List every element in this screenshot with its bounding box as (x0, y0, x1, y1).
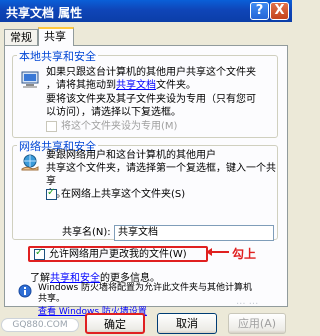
cancel-button[interactable]: 取消 (157, 313, 217, 334)
firewall-line2: 共享。 (38, 294, 66, 304)
local-para-2-line1: 要将该文件夹及其子文件夹设为专用（只有您可 (46, 94, 256, 105)
local-sharing-title: 本地共享和安全 (17, 48, 98, 64)
help-button[interactable]: ? (250, 2, 269, 20)
annotation-highlight-box (28, 246, 208, 262)
close-button[interactable]: X (270, 2, 289, 20)
watermark-left: GQ880.COM (1, 318, 79, 332)
annotation-arrow-icon (206, 248, 229, 256)
local-para-2: 要将该文件夹及其子文件夹设为专用（只有您可 以访问），请选择以下复选框。 (46, 93, 282, 119)
window-title: 共享文档 属性 (6, 6, 83, 20)
network-hand-icon (20, 153, 40, 173)
local-para-1: 如果只跟这台计算机的其他用户共享这个文件夹 ，请将其拖动到共享文档文件夹。 (46, 66, 282, 92)
tab-sharing[interactable]: 共享 (38, 27, 74, 46)
network-para-line2: 共享这个文件夹，请选择第一个复选框，键入一个共享 (46, 163, 276, 187)
share-name-input[interactable]: 共享文档 (114, 225, 274, 241)
share-on-network-checkbox[interactable] (46, 187, 57, 200)
share-on-network-label: 在网络上共享这个文件夹(S) (61, 189, 186, 200)
local-para-1-line1: 如果只跟这台计算机的其他用户共享这个文件夹 (46, 67, 256, 78)
watermark-right: ... ... (236, 296, 259, 307)
shared-documents-link[interactable]: 共享文档 (116, 80, 156, 91)
local-para-1-line2: ，请将其拖动到 (46, 80, 116, 91)
local-para-1-line2-end: 文件夹。 (156, 80, 196, 91)
title-bar: 共享文档 属性 ? X (0, 0, 292, 22)
private-checkbox-label: 将这个文件夹设为专用(M) (61, 121, 178, 132)
firewall-line1: Windows 防火墙将配置为允许此文件夹与其他计算机 (38, 283, 253, 293)
ok-button[interactable]: 确定 (85, 313, 145, 334)
share-name-label: 共享名(N): (62, 227, 111, 238)
info-icon (18, 284, 32, 298)
local-para-2-line2: 以访问），请选择以下复选框。 (46, 107, 181, 118)
computer-icon (20, 70, 40, 90)
private-checkbox[interactable] (46, 121, 57, 132)
tab-general[interactable]: 常规 (4, 29, 38, 45)
apply-button[interactable]: 应用(A) (228, 313, 286, 334)
network-para-line1: 要跟网络用户和这台计算机的其他用户 (46, 150, 216, 161)
annotation-text: 勾上 (232, 247, 257, 261)
